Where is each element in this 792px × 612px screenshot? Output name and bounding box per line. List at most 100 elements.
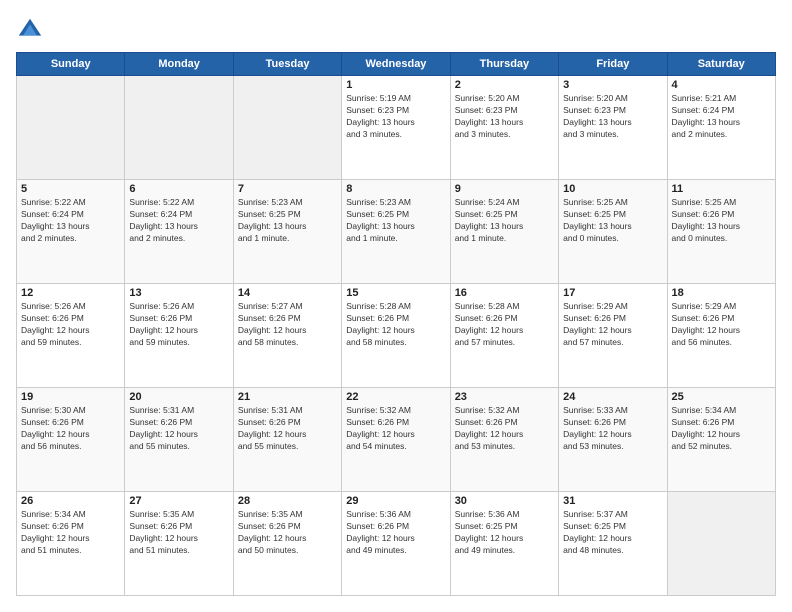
- calendar-cell: 4 Sunrise: 5:21 AM Sunset: 6:24 PM Daylig…: [667, 76, 775, 180]
- day-detail: Sunrise: 5:31 AM Sunset: 6:26 PM Dayligh…: [238, 405, 337, 453]
- calendar-cell: 20Sunrise: 5:31 AM Sunset: 6:26 PM Dayli…: [125, 388, 233, 492]
- day-detail: Sunrise: 5:36 AM Sunset: 6:25 PM Dayligh…: [455, 509, 554, 557]
- day-detail: Sunrise: 5:19 AM Sunset: 6:23 PM Dayligh…: [346, 93, 445, 141]
- calendar-cell: 25 Sunrise: 5:34 AM Sunset: 6:26 PM Dayli…: [667, 388, 775, 492]
- day-number: 21: [238, 391, 337, 403]
- day-detail: Sunrise: 5:25 AM Sunset: 6:26 PM Dayligh…: [672, 197, 771, 245]
- calendar-cell: 8 Sunrise: 5:23 AM Sunset: 6:25 PM Daylig…: [342, 180, 450, 284]
- day-number: 20: [129, 391, 228, 403]
- calendar-cell: 2 Sunrise: 5:20 AM Sunset: 6:23 PM Daylig…: [450, 76, 558, 180]
- day-detail: Sunrise: 5:23 AM Sunset: 6:25 PM Dayligh…: [346, 197, 445, 245]
- day-detail: Sunrise: 5:32 AM Sunset: 6:26 PM Dayligh…: [455, 405, 554, 453]
- day-number: 13: [129, 287, 228, 299]
- calendar-cell: 22 Sunrise: 5:32 AM Sunset: 6:26 PM Dayli…: [342, 388, 450, 492]
- calendar-cell: 7 Sunrise: 5:23 AM Sunset: 6:25 PM Daylig…: [233, 180, 341, 284]
- calendar-cell: 16Sunrise: 5:28 AM Sunset: 6:26 PM Dayli…: [450, 284, 558, 388]
- logo: [16, 16, 48, 44]
- calendar-cell: 9 Sunrise: 5:24 AM Sunset: 6:25 PM Daylig…: [450, 180, 558, 284]
- calendar-cell: 15 Sunrise: 5:28 AM Sunset: 6:26 PM Dayli…: [342, 284, 450, 388]
- calendar-cell: 14Sunrise: 5:27 AM Sunset: 6:26 PM Dayli…: [233, 284, 341, 388]
- day-detail: Sunrise: 5:35 AM Sunset: 6:26 PM Dayligh…: [238, 509, 337, 557]
- day-number: 2: [455, 79, 554, 91]
- calendar-cell: 30 Sunrise: 5:36 AM Sunset: 6:25 PM Dayli…: [450, 492, 558, 596]
- calendar-cell: 21 Sunrise: 5:31 AM Sunset: 6:26 PM Dayli…: [233, 388, 341, 492]
- calendar-week-row: 1 Sunrise: 5:19 AM Sunset: 6:23 PM Daylig…: [17, 76, 776, 180]
- day-number: 5: [21, 183, 120, 195]
- calendar-week-row: 19Sunrise: 5:30 AM Sunset: 6:26 PM Dayli…: [17, 388, 776, 492]
- calendar-cell: 11 Sunrise: 5:25 AM Sunset: 6:26 PM Dayli…: [667, 180, 775, 284]
- calendar-cell: 18 Sunrise: 5:29 AM Sunset: 6:26 PM Dayli…: [667, 284, 775, 388]
- day-detail: Sunrise: 5:22 AM Sunset: 6:24 PM Dayligh…: [129, 197, 228, 245]
- day-detail: Sunrise: 5:29 AM Sunset: 6:26 PM Dayligh…: [563, 301, 662, 349]
- day-number: 18: [672, 287, 771, 299]
- calendar-cell: 23 Sunrise: 5:32 AM Sunset: 6:26 PM Dayli…: [450, 388, 558, 492]
- day-detail: Sunrise: 5:22 AM Sunset: 6:24 PM Dayligh…: [21, 197, 120, 245]
- day-detail: Sunrise: 5:33 AM Sunset: 6:26 PM Dayligh…: [563, 405, 662, 453]
- day-number: 31: [563, 495, 662, 507]
- day-detail: Sunrise: 5:34 AM Sunset: 6:26 PM Dayligh…: [21, 509, 120, 557]
- day-detail: Sunrise: 5:36 AM Sunset: 6:26 PM Dayligh…: [346, 509, 445, 557]
- page: SundayMondayTuesdayWednesdayThursdayFrid…: [0, 0, 792, 612]
- day-number: 16: [455, 287, 554, 299]
- day-detail: Sunrise: 5:28 AM Sunset: 6:26 PM Dayligh…: [346, 301, 445, 349]
- day-number: 30: [455, 495, 554, 507]
- calendar-cell: 12Sunrise: 5:26 AM Sunset: 6:26 PM Dayli…: [17, 284, 125, 388]
- weekday-header-monday: Monday: [125, 53, 233, 76]
- logo-icon: [16, 16, 44, 44]
- day-detail: Sunrise: 5:35 AM Sunset: 6:26 PM Dayligh…: [129, 509, 228, 557]
- day-detail: Sunrise: 5:26 AM Sunset: 6:26 PM Dayligh…: [21, 301, 120, 349]
- day-number: 10: [563, 183, 662, 195]
- day-number: 14: [238, 287, 337, 299]
- calendar-cell: 5 Sunrise: 5:22 AM Sunset: 6:24 PM Daylig…: [17, 180, 125, 284]
- day-number: 6: [129, 183, 228, 195]
- day-detail: Sunrise: 5:32 AM Sunset: 6:26 PM Dayligh…: [346, 405, 445, 453]
- day-number: 8: [346, 183, 445, 195]
- calendar-cell: [667, 492, 775, 596]
- day-detail: Sunrise: 5:34 AM Sunset: 6:26 PM Dayligh…: [672, 405, 771, 453]
- day-number: 3: [563, 79, 662, 91]
- calendar-cell: [125, 76, 233, 180]
- day-number: 29: [346, 495, 445, 507]
- day-number: 7: [238, 183, 337, 195]
- calendar-cell: 27Sunrise: 5:35 AM Sunset: 6:26 PM Dayli…: [125, 492, 233, 596]
- day-detail: Sunrise: 5:20 AM Sunset: 6:23 PM Dayligh…: [455, 93, 554, 141]
- day-number: 22: [346, 391, 445, 403]
- day-detail: Sunrise: 5:26 AM Sunset: 6:26 PM Dayligh…: [129, 301, 228, 349]
- day-number: 24: [563, 391, 662, 403]
- day-detail: Sunrise: 5:23 AM Sunset: 6:25 PM Dayligh…: [238, 197, 337, 245]
- calendar-table: SundayMondayTuesdayWednesdayThursdayFrid…: [16, 52, 776, 596]
- day-number: 17: [563, 287, 662, 299]
- weekday-header-tuesday: Tuesday: [233, 53, 341, 76]
- day-number: 11: [672, 183, 771, 195]
- calendar-cell: 10Sunrise: 5:25 AM Sunset: 6:25 PM Dayli…: [559, 180, 667, 284]
- calendar-cell: 26 Sunrise: 5:34 AM Sunset: 6:26 PM Dayli…: [17, 492, 125, 596]
- calendar-cell: 17 Sunrise: 5:29 AM Sunset: 6:26 PM Dayli…: [559, 284, 667, 388]
- calendar-cell: 24 Sunrise: 5:33 AM Sunset: 6:26 PM Dayli…: [559, 388, 667, 492]
- calendar-cell: 1 Sunrise: 5:19 AM Sunset: 6:23 PM Daylig…: [342, 76, 450, 180]
- day-number: 28: [238, 495, 337, 507]
- day-number: 9: [455, 183, 554, 195]
- day-number: 15: [346, 287, 445, 299]
- weekday-header-saturday: Saturday: [667, 53, 775, 76]
- day-detail: Sunrise: 5:29 AM Sunset: 6:26 PM Dayligh…: [672, 301, 771, 349]
- day-detail: Sunrise: 5:37 AM Sunset: 6:25 PM Dayligh…: [563, 509, 662, 557]
- day-detail: Sunrise: 5:24 AM Sunset: 6:25 PM Dayligh…: [455, 197, 554, 245]
- calendar-week-row: 5 Sunrise: 5:22 AM Sunset: 6:24 PM Daylig…: [17, 180, 776, 284]
- weekday-header-row: SundayMondayTuesdayWednesdayThursdayFrid…: [17, 53, 776, 76]
- day-detail: Sunrise: 5:30 AM Sunset: 6:26 PM Dayligh…: [21, 405, 120, 453]
- day-number: 1: [346, 79, 445, 91]
- day-number: 25: [672, 391, 771, 403]
- calendar-cell: 6 Sunrise: 5:22 AM Sunset: 6:24 PM Daylig…: [125, 180, 233, 284]
- calendar-cell: 13 Sunrise: 5:26 AM Sunset: 6:26 PM Dayli…: [125, 284, 233, 388]
- day-number: 26: [21, 495, 120, 507]
- calendar-cell: 28 Sunrise: 5:35 AM Sunset: 6:26 PM Dayli…: [233, 492, 341, 596]
- weekday-header-sunday: Sunday: [17, 53, 125, 76]
- day-number: 23: [455, 391, 554, 403]
- day-detail: Sunrise: 5:21 AM Sunset: 6:24 PM Dayligh…: [672, 93, 771, 141]
- calendar-cell: 3Sunrise: 5:20 AM Sunset: 6:23 PM Daylig…: [559, 76, 667, 180]
- header: [16, 16, 776, 44]
- calendar-cell: 19Sunrise: 5:30 AM Sunset: 6:26 PM Dayli…: [17, 388, 125, 492]
- calendar-cell: [17, 76, 125, 180]
- calendar-cell: 31 Sunrise: 5:37 AM Sunset: 6:25 PM Dayli…: [559, 492, 667, 596]
- day-number: 4: [672, 79, 771, 91]
